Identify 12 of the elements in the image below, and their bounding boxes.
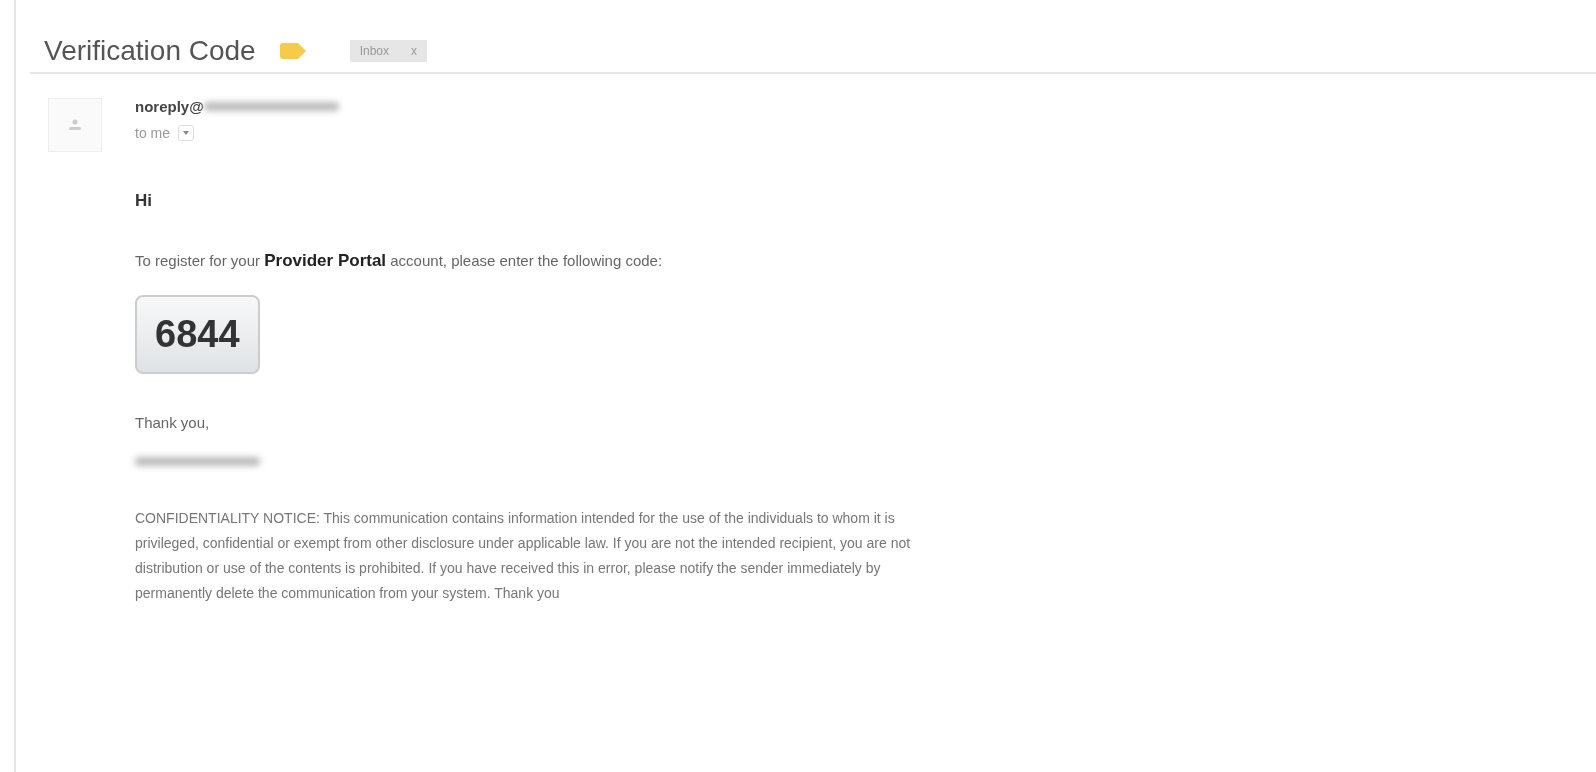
- label-chip[interactable]: Inbox x: [349, 40, 428, 62]
- intro-text: To register for your Provider Portal account, please enter the following code:: [135, 251, 663, 271]
- recipient-label: to me: [135, 125, 170, 141]
- email-subject: Verification Code: [44, 35, 256, 67]
- caret-icon: [183, 131, 189, 135]
- person-icon: [68, 119, 82, 131]
- greeting: Hi: [135, 191, 152, 211]
- closing-text: Thank you,: [135, 414, 210, 431]
- confidentiality-notice: CONFIDENTIALITY NOTICE: This communication contains information intended for the use of the individuals to whom it is privileged, confidential or exempt from other disclosure under applicable law. If you are not the intended recipient, you are not distribution or use of the contents is prohibited. If you have received this in error, please notify the sender immediately by permanently delete the communication from your system. Thank you: [135, 509, 911, 603]
- verification-code: 6844: [135, 295, 260, 374]
- details-dropdown[interactable]: [178, 125, 194, 141]
- sender-address: noreply@: [135, 98, 204, 115]
